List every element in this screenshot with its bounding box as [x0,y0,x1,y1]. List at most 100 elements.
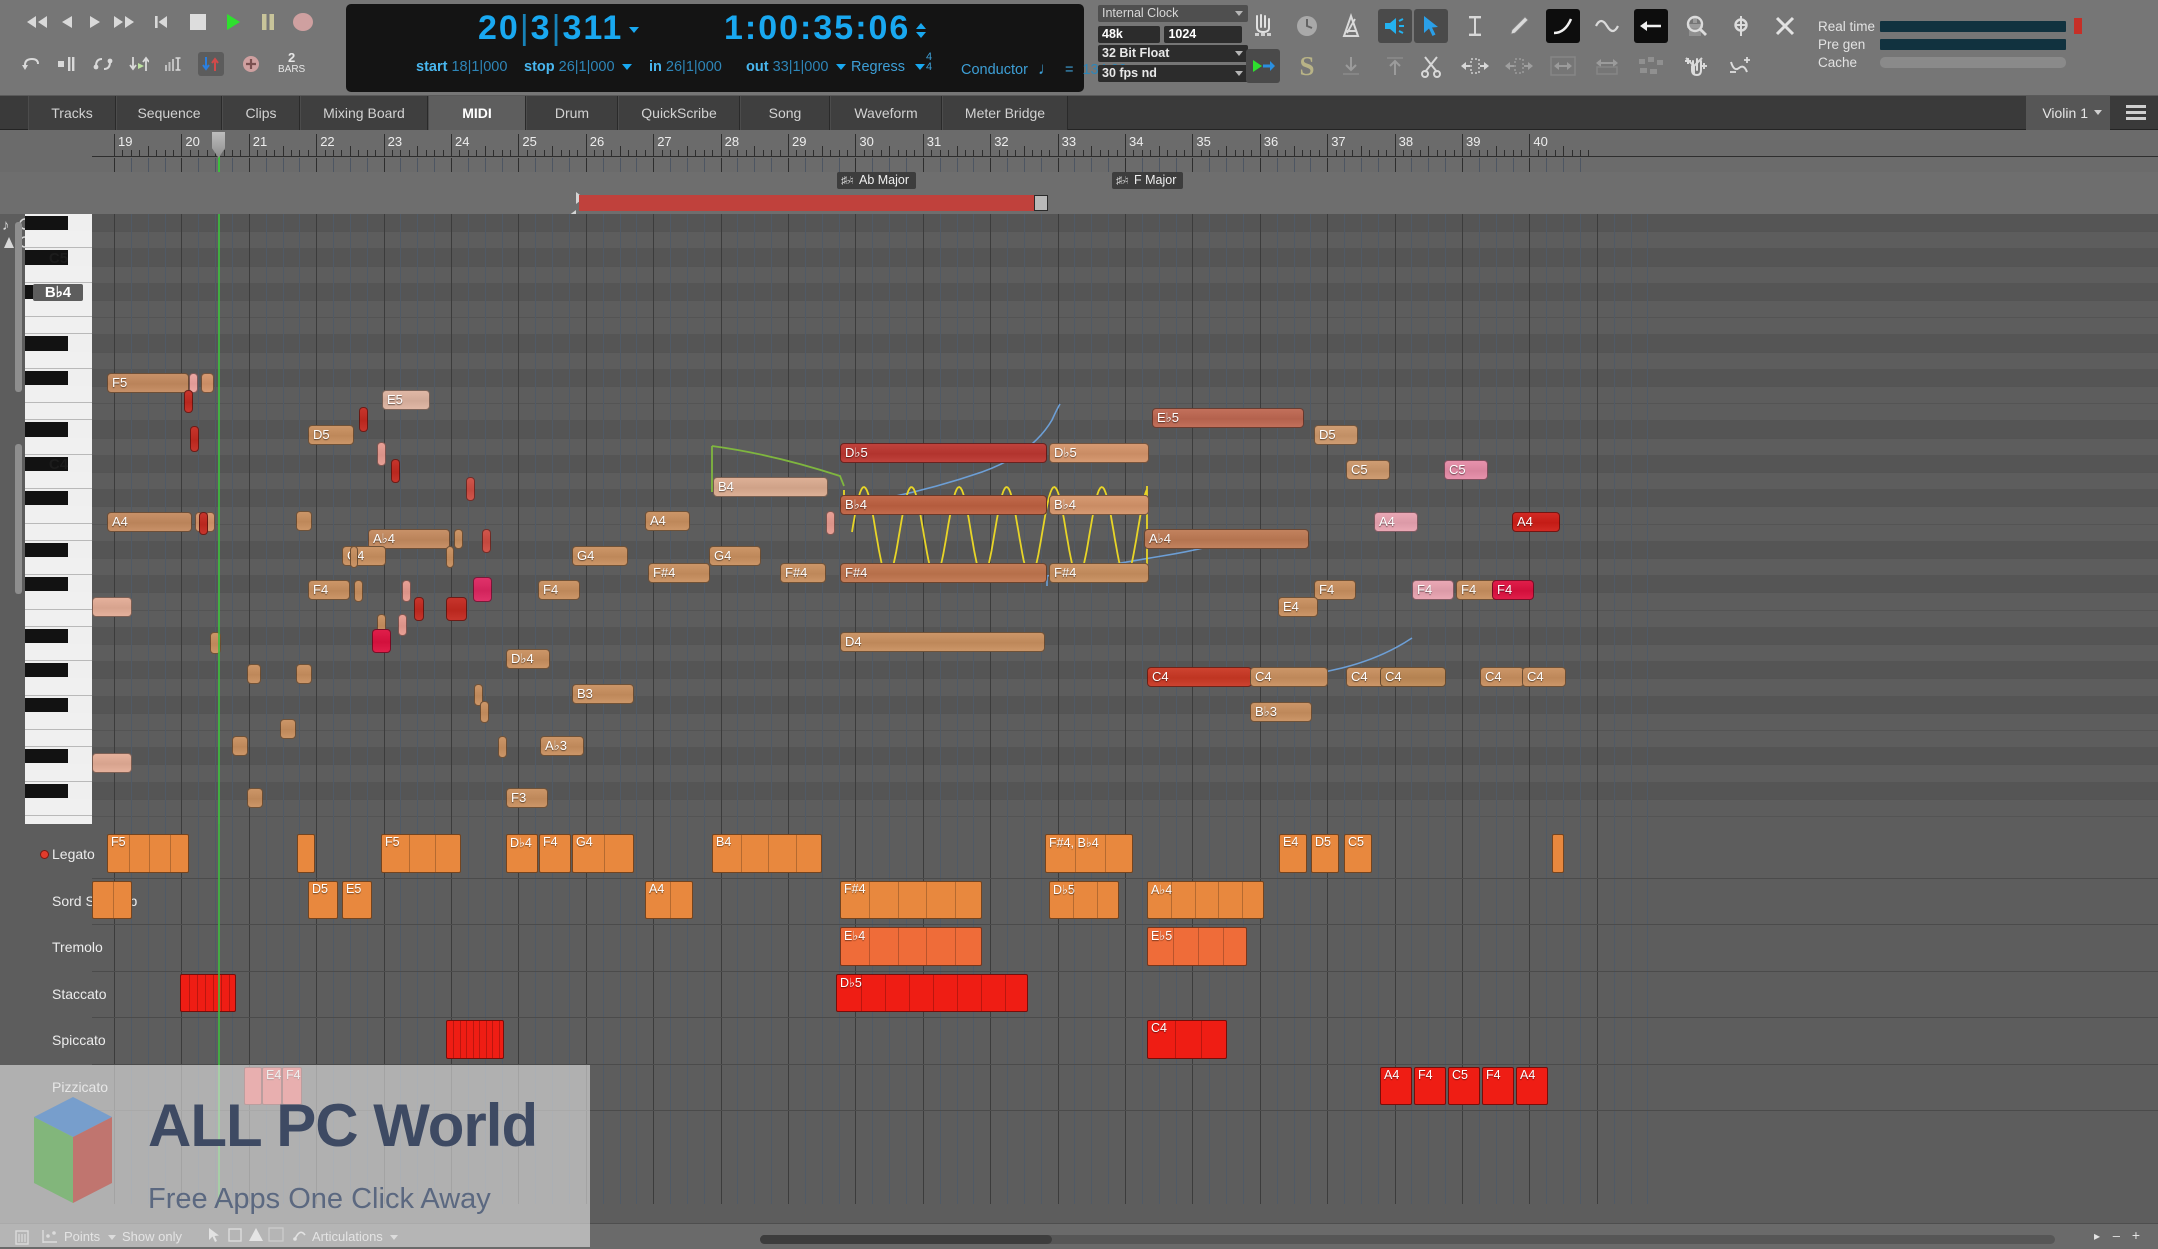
articulation-note[interactable]: E♭5 [1147,927,1247,966]
midi-note[interactable]: A4 [1512,512,1560,532]
piano-key-black[interactable] [25,749,68,763]
stop-field[interactable]: stop 26|1|000 [524,59,632,75]
points-dropdown[interactable]: Points [64,1229,116,1244]
resize-icon[interactable] [1546,49,1580,83]
articulation-note[interactable]: E4 [1279,834,1307,873]
piano-key-black[interactable] [25,629,68,643]
out-field[interactable]: out 33|1|000 [746,59,846,75]
piano-key-white[interactable] [25,403,92,420]
piano-key-black[interactable] [25,663,68,677]
i-beam-icon[interactable] [1458,9,1492,43]
tab-midi[interactable]: MIDI [428,96,526,130]
midi-note[interactable]: C4 [1250,667,1328,687]
articulation-note[interactable] [1552,834,1564,873]
track-selector[interactable]: Violin 1 [2026,96,2110,130]
articulation-note[interactable]: F#4 [840,881,982,920]
key-signature-bar[interactable]: ♯♭♮Ab Major♯♭♮F Major [92,172,2158,192]
midi-note[interactable]: A♭3 [540,736,584,756]
midi-note[interactable] [377,442,386,466]
piano-key-white[interactable] [25,352,92,369]
tab-meter-bridge[interactable]: Meter Bridge [942,96,1068,130]
piano-key-black[interactable] [25,422,68,436]
stop-button[interactable] [185,10,211,34]
rect-filter-icon[interactable] [228,1228,242,1245]
midi-note[interactable]: B♭3 [1250,702,1312,722]
piano-key-white[interactable] [25,816,92,824]
piano-key-white[interactable] [25,730,92,747]
midi-note[interactable] [446,597,467,621]
piano-key-white[interactable] [25,678,92,695]
arrow-pointer-icon[interactable] [1414,9,1448,43]
midi-note[interactable]: B3 [572,684,634,704]
overdub-button[interactable] [54,52,80,76]
midi-note[interactable] [473,577,492,602]
scrub-icon[interactable] [1724,9,1758,43]
articulation-note[interactable]: D♭5 [1049,881,1119,920]
step-forward-button[interactable] [82,10,108,34]
pause-button[interactable] [255,10,281,34]
regress-selector[interactable]: Regress [851,59,925,75]
midi-note[interactable] [826,511,835,535]
scroll-play-icon[interactable]: ▸ [2094,1229,2100,1243]
countoff-button[interactable] [198,52,224,76]
midi-note[interactable] [359,407,368,432]
piano-key-black[interactable] [25,784,68,798]
vertical-scrollbar-lower[interactable] [15,444,22,594]
articulation-grid[interactable]: F5F5D♭4F4G4B4F#4, B♭4E4D5C5D5E5A4F#4D♭5A… [92,824,2158,1224]
buffer-size-field[interactable]: 1024 [1164,26,1242,43]
articulation-note[interactable]: F4 [1414,1067,1446,1106]
midi-note[interactable]: F4 [308,580,350,600]
midi-note[interactable]: B♭4 [1049,495,1149,515]
midi-note[interactable] [482,529,491,553]
midi-note[interactable]: F4 [538,580,580,600]
piano-roll-grid[interactable]: F5E5D5D5D♭5D♭5E♭5C5C5B4A4A4B♭4B♭4A4A4A♭4… [92,214,2158,824]
zoom-in-icon[interactable]: + [2132,1227,2140,1243]
time-signature[interactable]: 4 4 [926,52,932,72]
articulation-note[interactable]: E♭4 [840,927,982,966]
start-field[interactable]: start 18|1|000 [416,59,507,75]
record-button[interactable] [290,10,316,34]
midi-note[interactable] [184,390,193,413]
articulation-note[interactable]: A♭4 [1147,881,1264,920]
midi-note[interactable] [247,788,263,808]
articulation-note[interactable]: E5 [342,881,372,920]
clip-range-bar[interactable] [92,192,2158,214]
triangle-filter-icon[interactable] [248,1227,264,1245]
midi-note[interactable]: C4 [1147,667,1252,687]
piano-key-white[interactable] [25,799,92,816]
slur-s-icon[interactable]: S [1290,49,1324,83]
midi-note[interactable]: A4 [645,511,690,531]
auto-record-button[interactable] [126,52,152,76]
midi-note[interactable]: D♭4 [506,649,550,669]
midi-note[interactable]: F5 [107,373,189,393]
piano-key-white[interactable] [25,266,92,283]
go-to-start-button[interactable] [148,10,174,34]
piano-key-white[interactable] [25,764,92,781]
midi-note[interactable]: D5 [308,425,354,445]
tab-sequence[interactable]: Sequence [116,96,222,130]
stop-dropdown-icon[interactable] [622,64,632,70]
articulation-note[interactable]: A4 [1516,1067,1548,1106]
midi-note[interactable]: F4 [1492,580,1534,600]
articulation-note[interactable]: G4 [572,834,634,873]
articulation-filter-icon[interactable] [292,1227,308,1245]
midi-note[interactable] [372,629,391,653]
scissors-icon[interactable] [1414,49,1448,83]
midi-note[interactable]: D5 [1314,425,1358,445]
articulation-note[interactable] [92,881,132,920]
midi-note[interactable]: D♭5 [840,443,1047,463]
midi-note[interactable]: G4 [709,546,761,566]
reverse-arrow-icon[interactable] [1634,9,1668,43]
in-field[interactable]: in 26|1|000 [649,59,722,75]
midi-note[interactable] [414,597,424,621]
split-out-icon[interactable] [1458,49,1492,83]
midi-note[interactable] [296,511,312,531]
midi-note[interactable] [498,736,507,758]
articulation-note[interactable]: F4 [282,1067,302,1106]
piano-key-white[interactable] [25,317,92,334]
piano-keyboard[interactable]: C5B♭4C4 [25,214,92,824]
piano-key-black[interactable] [25,698,68,712]
midi-note[interactable]: A4 [1374,512,1418,532]
articulation-note[interactable] [446,1020,504,1059]
articulations-dropdown[interactable]: Articulations [312,1229,398,1244]
